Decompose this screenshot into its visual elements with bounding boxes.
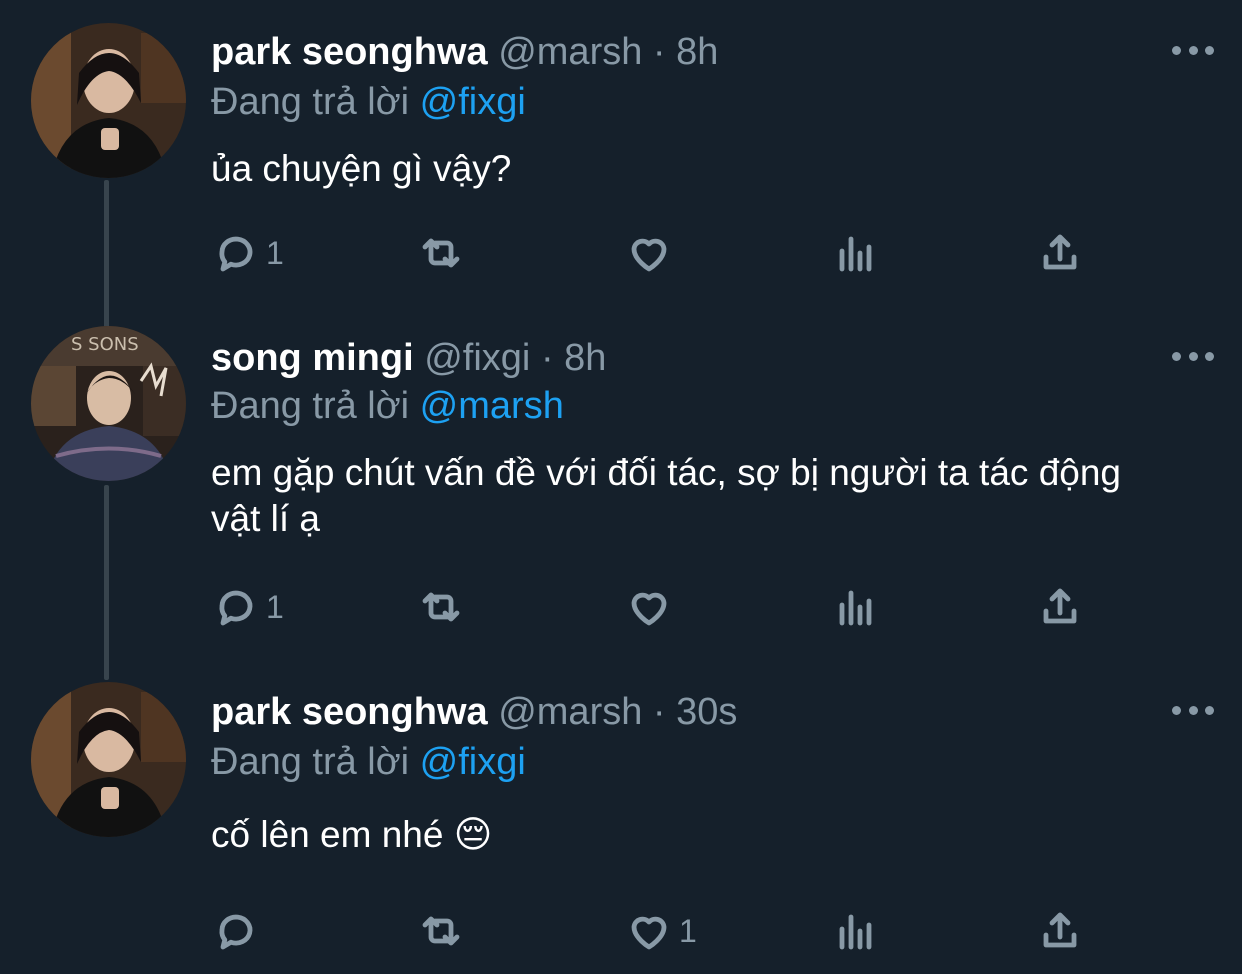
action-bar: 1	[212, 906, 1092, 956]
replying-mention[interactable]: @fixgi	[420, 81, 526, 123]
reply-button[interactable]: 1	[212, 228, 284, 278]
svg-text:S SONS: S SONS	[71, 334, 139, 355]
heart-icon	[631, 592, 667, 626]
retweet-button[interactable]	[417, 906, 471, 956]
heart-icon	[631, 916, 667, 950]
like-button[interactable]	[625, 582, 679, 632]
replying-to: Đang trả lời @fixgi	[211, 78, 526, 126]
display-name[interactable]: song mingi	[211, 337, 414, 379]
avatar[interactable]	[31, 23, 186, 178]
replying-mention[interactable]: @marsh	[420, 385, 564, 427]
replying-prefix: Đang trả lời	[211, 741, 410, 783]
share-icon	[1043, 234, 1077, 270]
action-bar: 1	[212, 582, 1092, 632]
tweet-text: ủa chuyện gì vậy?	[211, 148, 512, 189]
like-button[interactable]: 1	[625, 906, 697, 956]
more-icon[interactable]	[1172, 38, 1214, 62]
timestamp[interactable]: 8h	[676, 31, 718, 73]
like-count: 1	[679, 912, 697, 949]
tweet-header: park seonghwa @marsh · 8h	[211, 28, 718, 76]
handle[interactable]: @fixgi	[424, 337, 530, 379]
reply-count: 1	[266, 588, 284, 625]
share-button[interactable]	[1036, 228, 1084, 278]
reply-icon	[219, 914, 253, 950]
reply-icon	[219, 590, 253, 626]
retweet-icon	[422, 238, 460, 268]
replying-mention[interactable]: @fixgi	[420, 741, 526, 783]
handle[interactable]: @marsh	[498, 31, 642, 73]
more-icon[interactable]	[1172, 698, 1214, 722]
retweet-icon	[422, 592, 460, 622]
reply-icon	[219, 236, 253, 272]
tweet[interactable]: park seonghwa @marsh · 8h Đang trả lời @…	[0, 23, 1242, 288]
separator: ·	[540, 337, 554, 379]
retweet-icon	[422, 916, 460, 946]
display-name[interactable]: park seonghwa	[211, 691, 488, 733]
analytics-icon	[839, 236, 872, 272]
tweet[interactable]: park seonghwa @marsh · 30s Đang trả lời …	[0, 682, 1242, 968]
reply-button[interactable]: 1	[212, 582, 284, 632]
avatar[interactable]: S SONS	[31, 326, 186, 481]
reply-count: 1	[266, 234, 284, 271]
tweet-text: em gặp chút vấn đề với đối tác, sợ bị ng…	[211, 452, 1122, 539]
replying-prefix: Đang trả lời	[211, 81, 410, 123]
handle[interactable]: @marsh	[498, 691, 642, 733]
replying-to: Đang trả lời @marsh	[211, 382, 564, 430]
avatar[interactable]	[31, 682, 186, 837]
tweet[interactable]: S SONS song mingi @fixgi · 8h Đang trả l…	[0, 326, 1242, 634]
tweet-header: park seonghwa @marsh · 30s	[211, 688, 737, 736]
replying-prefix: Đang trả lời	[211, 385, 410, 427]
reply-button[interactable]	[212, 906, 266, 956]
tweet-header: song mingi @fixgi · 8h	[211, 334, 606, 382]
analytics-icon	[839, 590, 872, 626]
analytics-button[interactable]	[832, 582, 880, 632]
separator: ·	[652, 691, 666, 733]
analytics-button[interactable]	[832, 228, 880, 278]
heart-icon	[631, 238, 667, 272]
timestamp[interactable]: 8h	[564, 337, 606, 379]
retweet-button[interactable]	[417, 582, 471, 632]
share-icon	[1043, 588, 1077, 624]
analytics-button[interactable]	[832, 906, 880, 956]
tweet-text: cố lên em nhé 😔	[211, 814, 493, 855]
more-icon[interactable]	[1172, 344, 1214, 368]
timestamp[interactable]: 30s	[676, 691, 737, 733]
action-bar: 1	[212, 228, 1092, 278]
like-button[interactable]	[625, 228, 679, 278]
share-button[interactable]	[1036, 582, 1084, 632]
replying-to: Đang trả lời @fixgi	[211, 738, 526, 786]
retweet-button[interactable]	[417, 228, 471, 278]
share-button[interactable]	[1036, 906, 1084, 956]
analytics-icon	[839, 914, 872, 950]
share-icon	[1043, 912, 1077, 948]
separator: ·	[652, 31, 666, 73]
display-name[interactable]: park seonghwa	[211, 31, 488, 73]
